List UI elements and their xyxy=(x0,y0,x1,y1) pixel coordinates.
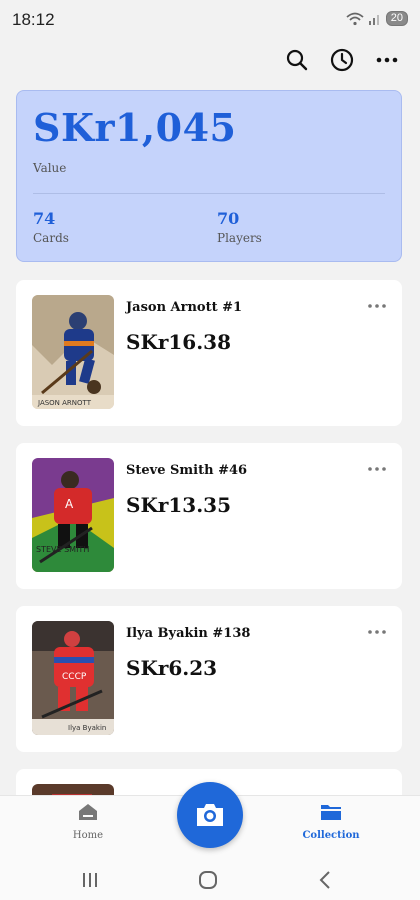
cards-stat: 74 Cards xyxy=(33,209,69,245)
players-count: 70 xyxy=(217,209,240,228)
home-icon xyxy=(79,804,97,820)
nav-home[interactable]: Home xyxy=(38,802,138,841)
more-icon xyxy=(368,630,386,634)
history-button[interactable] xyxy=(324,42,360,78)
card-image: JASON ARNOTT xyxy=(32,295,114,409)
system-navigation-bar xyxy=(0,860,420,900)
battery-indicator: 20 xyxy=(385,11,408,26)
more-options-button[interactable] xyxy=(369,42,405,78)
camera-icon xyxy=(197,804,223,826)
svg-text:A: A xyxy=(65,497,74,511)
more-icon xyxy=(376,57,398,63)
folder-icon xyxy=(321,805,341,820)
card-name: Ilya Byakin #138 xyxy=(126,626,251,641)
card-name: Steve Smith #46 xyxy=(126,463,248,478)
card-price: SKr16.38 xyxy=(126,330,231,354)
search-icon xyxy=(286,49,308,71)
back-icon xyxy=(319,871,330,889)
status-icons: 20 xyxy=(346,11,408,26)
card-more-button[interactable] xyxy=(364,622,390,642)
nav-home-label: Home xyxy=(72,830,104,841)
nav-collection[interactable]: Collection xyxy=(281,802,381,841)
card-image-caption: STEVE SMITH xyxy=(36,545,89,554)
card-more-button[interactable] xyxy=(364,296,390,316)
more-icon xyxy=(368,304,386,308)
recents-button[interactable] xyxy=(70,866,110,894)
nav-collection-label: Collection xyxy=(302,830,360,841)
card-price: SKr13.35 xyxy=(126,493,231,517)
cards-label: Cards xyxy=(33,231,69,245)
card-image-caption: Ilya Byakin xyxy=(68,724,106,732)
players-label: Players xyxy=(217,231,262,245)
recents-icon xyxy=(83,873,97,887)
top-app-bar xyxy=(0,42,420,78)
card-list-item[interactable]: CCCP Ilya Byakin Ilya Byakin #138 SKr6.2… xyxy=(16,606,402,752)
back-button[interactable] xyxy=(305,866,345,894)
card-image: A STEVE SMITH xyxy=(32,458,114,572)
wifi-icon xyxy=(346,12,364,25)
card-list-item[interactable]: JASON ARNOTT Jason Arnott #1 SKr16.38 xyxy=(16,280,402,426)
scan-card-button[interactable] xyxy=(177,782,243,848)
cards-count: 74 xyxy=(33,209,56,228)
collection-value-label: Value xyxy=(33,161,67,175)
more-icon xyxy=(368,467,386,471)
status-time: 18:12 xyxy=(12,10,55,29)
status-bar: 18:12 20 xyxy=(0,0,420,40)
card-image: CCCP Ilya Byakin xyxy=(32,621,114,735)
system-home-button[interactable] xyxy=(188,866,228,894)
card-image-caption: JASON ARNOTT xyxy=(37,399,92,407)
history-icon xyxy=(330,48,354,72)
players-stat: 70 Players xyxy=(217,209,262,245)
card-price: SKr6.23 xyxy=(126,656,218,680)
card-name: Jason Arnott #1 xyxy=(126,300,243,315)
search-button[interactable] xyxy=(279,42,315,78)
collection-summary-card[interactable]: SKr1,045 Value 74 Cards 70 Players xyxy=(16,90,402,262)
svg-text:CCCP: CCCP xyxy=(62,672,87,682)
signal-icon xyxy=(368,14,379,25)
collection-value: SKr1,045 xyxy=(33,105,237,150)
home-circle-icon xyxy=(199,871,217,889)
summary-divider xyxy=(33,193,385,194)
card-list-item[interactable]: A STEVE SMITH Steve Smith #46 SKr13.35 xyxy=(16,443,402,589)
card-more-button[interactable] xyxy=(364,459,390,479)
